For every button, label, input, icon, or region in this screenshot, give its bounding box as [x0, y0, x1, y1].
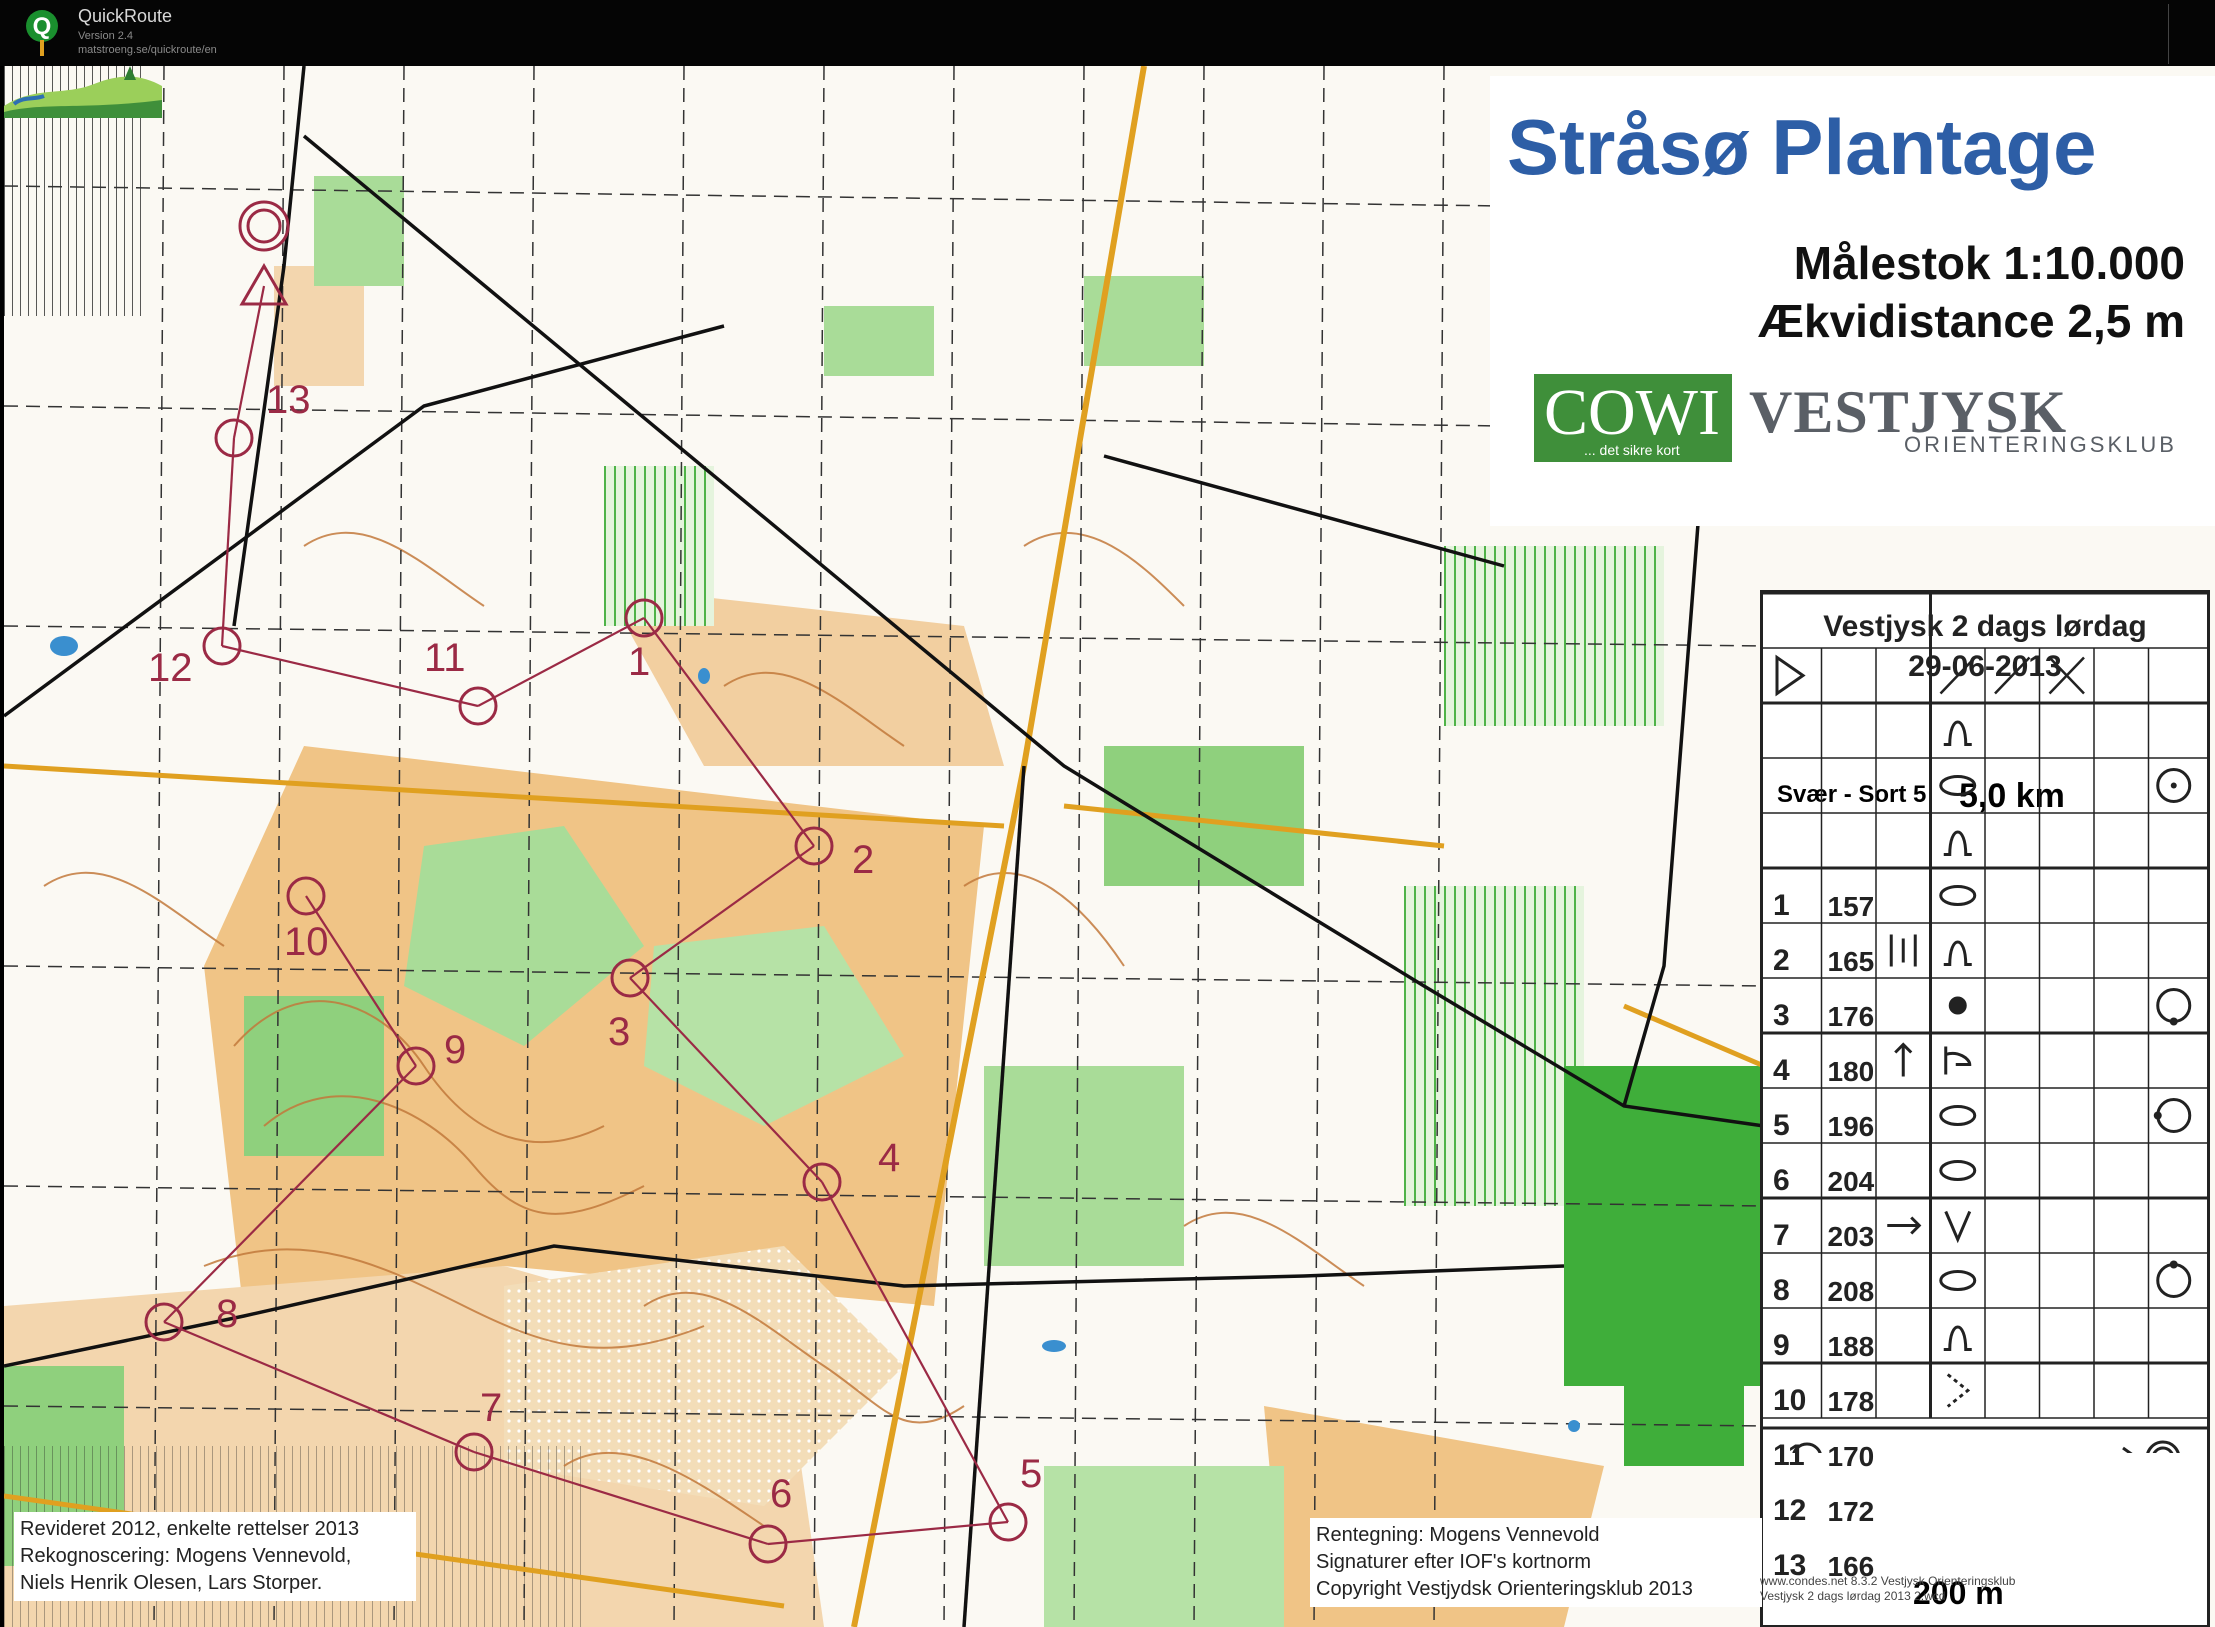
control-number: 7 [1773, 1219, 1790, 1252]
dense-forest [1624, 1246, 1744, 1466]
start-symbol-icon [1775, 654, 1806, 697]
plantation [604, 466, 714, 626]
control-number: 5 [1773, 1109, 1790, 1142]
control-symbols-4 [1939, 885, 1977, 906]
control-symbols-13 [1946, 1373, 1971, 1408]
credit-line: Rekognoscering: Mogens Vennevold, [20, 1545, 352, 1567]
control-code: 203 [1827, 1221, 1875, 1252]
control-number: 9 [1773, 1329, 1790, 1362]
map-equidistance: Ækvidistance 2,5 m [1758, 295, 2185, 347]
control-label-13: 13 [266, 378, 311, 422]
control-label-11: 11 [424, 636, 466, 680]
control-label-12: 12 [148, 646, 193, 690]
control-code: 172 [1827, 1496, 1875, 1527]
credit-line: Rentegning: Mogens Vennevold [1316, 1524, 1600, 1546]
plantation [1404, 886, 1584, 1206]
control-label-8: 8 [216, 1292, 239, 1336]
control-symbols-7 [1894, 1042, 1972, 1077]
control-code: 176 [1827, 1001, 1875, 1032]
control-code: 165 [1827, 946, 1875, 977]
control-number: 11 [1773, 1439, 1805, 1472]
control-symbols-9 [1939, 1160, 1977, 1181]
control-label-5: 5 [1020, 1452, 1043, 1496]
software-footnote: www.condes.net 8.3.2 Vestjysk Orienterin… [1760, 1574, 2015, 1604]
quickroute-logo-icon: Q [26, 10, 58, 56]
forest-slow-run [984, 1066, 1184, 1266]
map-title: Stråsø Plantage [1507, 103, 2097, 191]
forest-slow-run [244, 996, 384, 1156]
control-number: 10 [1773, 1384, 1807, 1417]
control-number: 4 [1773, 1054, 1790, 1087]
forest-slow-run [824, 306, 934, 376]
control-code: 157 [1827, 891, 1875, 922]
forest-slow-run [1044, 1466, 1284, 1627]
control-code: 180 [1827, 1056, 1875, 1087]
club-subtitle: ORIENTERINGSKLUB [1904, 432, 2177, 457]
control-code: 196 [1827, 1111, 1875, 1142]
control-symbols-12 [1943, 1325, 1972, 1351]
control-number: 3 [1773, 999, 1790, 1032]
app-version: Version 2.4 [78, 30, 134, 42]
control-symbols-1 [1943, 720, 1972, 746]
forest-slow-run [1104, 746, 1304, 886]
control-label-6: 6 [770, 1472, 793, 1516]
grid-line [1939, 656, 1976, 695]
credit-line: Niels Henrik Olesen, Lars Storper. [20, 1572, 323, 1594]
credits-left: Revideret 2012, enkelte rettelser 2013 R… [14, 1512, 416, 1601]
control-label-3: 3 [608, 1010, 631, 1054]
forest-slow-run [314, 176, 404, 286]
control-code: 188 [1827, 1331, 1875, 1362]
control-number: 2 [1773, 944, 1790, 977]
control-label-4: 4 [878, 1136, 901, 1180]
sponsor-logo: COWI ... det sikre kort [1534, 374, 1732, 462]
control-label-1: 1 [628, 640, 651, 684]
sponsor-name: COWI [1544, 376, 1720, 449]
control-description-sheet: Vestjysk 2 dags lørdag 29-06-2013 Svær -… [1760, 590, 2210, 1627]
footnote-line: Vestjysk 2 dags lørdag 2013 2.wcd [1760, 1589, 1946, 1603]
control-code: 208 [1827, 1276, 1875, 1307]
control-symbols-10 [1887, 1210, 1972, 1244]
control-code: 178 [1827, 1386, 1875, 1417]
control-label-10: 10 [284, 920, 329, 964]
credits-right: Rentegning: Mogens Vennevold Signaturer … [1310, 1518, 1762, 1607]
control-code: 170 [1827, 1441, 1875, 1472]
app-titlebar: Q QuickRoute Version 2.4 matstroeng.se/q… [0, 0, 2215, 66]
control-symbols-2 [1939, 768, 2192, 803]
control-symbols-3 [1943, 830, 1972, 856]
orienteering-map[interactable]: 13 12 11 1 2 3 4 5 6 7 8 9 10 Stråsø Pla… [4, 66, 2215, 1627]
titlebar-divider [2168, 4, 2169, 64]
control-number: 6 [1773, 1164, 1790, 1197]
map-scale: Målestok 1:10.000 [1793, 237, 2185, 289]
control-label-7: 7 [480, 1386, 503, 1430]
svg-text:Q: Q [33, 13, 52, 40]
control-label-9: 9 [444, 1028, 467, 1072]
control-symbols-11 [1939, 1260, 2192, 1298]
control-number: 12 [1773, 1494, 1807, 1527]
sponsor-tagline: ... det sikre kort [1584, 442, 1680, 458]
credit-line: Copyright Vestjydsk Orienteringsklub 201… [1316, 1578, 1693, 1600]
footnote-line: www.condes.net 8.3.2 Vestjysk Orienterin… [1760, 1574, 2016, 1588]
grid-line [1994, 656, 2031, 695]
control-number: 1 [1773, 889, 1790, 922]
app-url[interactable]: matstroeng.se/quickroute/en [78, 44, 217, 56]
control-label-2: 2 [852, 838, 875, 882]
app-name: QuickRoute [78, 6, 173, 26]
control-code: 204 [1827, 1166, 1875, 1197]
plantation [1444, 546, 1664, 726]
credit-line: Revideret 2012, enkelte rettelser 2013 [20, 1518, 360, 1540]
control-symbols-8 [1939, 1098, 2192, 1133]
credit-line: Signaturer efter IOF's kortnorm [1316, 1551, 1592, 1573]
club-landscape-logo-icon [4, 66, 162, 118]
control-number: 8 [1773, 1274, 1790, 1307]
